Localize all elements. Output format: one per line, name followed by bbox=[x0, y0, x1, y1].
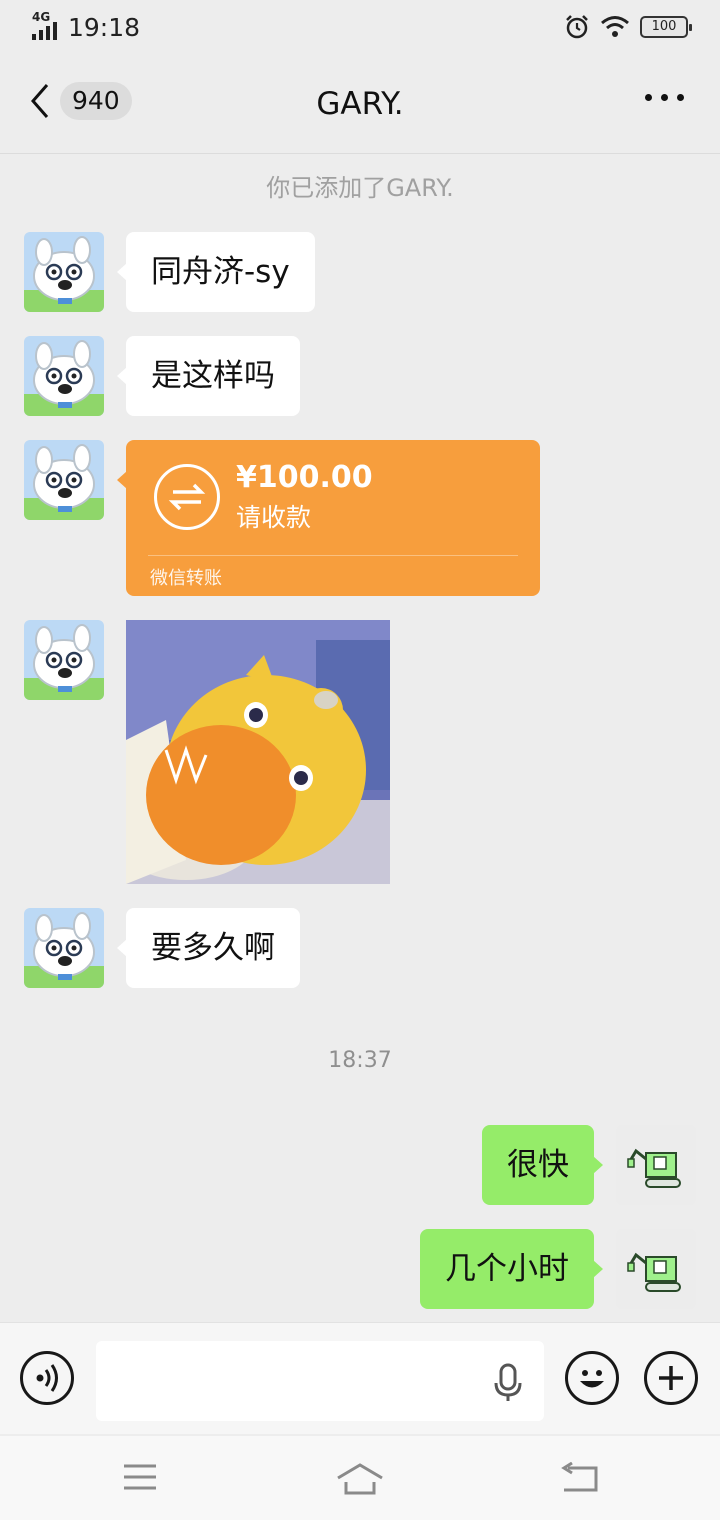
dog-avatar-icon bbox=[24, 620, 104, 700]
contact-avatar[interactable] bbox=[24, 232, 104, 312]
emoji-icon bbox=[580, 1370, 604, 1388]
outgoing-message[interactable]: 几个小时 bbox=[420, 1229, 603, 1309]
dog-avatar-icon bbox=[24, 336, 104, 416]
more-functions-button[interactable] bbox=[644, 1351, 698, 1405]
transfer-amount: ¥100.00 bbox=[236, 460, 373, 495]
incoming-message[interactable]: 同舟济-sy bbox=[117, 232, 315, 312]
transfer-divider bbox=[148, 555, 518, 556]
transfer-status: 请收款 bbox=[236, 503, 312, 532]
more-dot-icon bbox=[661, 94, 668, 101]
voice-mode-button[interactable] bbox=[20, 1351, 74, 1405]
yellow-creature-sticker-icon bbox=[126, 620, 390, 884]
voice-icon bbox=[36, 1364, 58, 1392]
outgoing-message[interactable]: 很快 bbox=[482, 1125, 603, 1205]
more-options-button[interactable] bbox=[645, 94, 684, 101]
system-navigation-bar bbox=[0, 1436, 720, 1520]
input-bar bbox=[0, 1322, 720, 1434]
dog-avatar-icon bbox=[24, 232, 104, 312]
more-dot-icon bbox=[677, 94, 684, 101]
contact-avatar[interactable] bbox=[24, 440, 104, 520]
alarm-icon bbox=[566, 15, 588, 39]
plus-icon bbox=[659, 1366, 683, 1390]
menu-icon[interactable] bbox=[122, 1462, 158, 1492]
dog-avatar-icon bbox=[24, 908, 104, 988]
signal-icon: 4G bbox=[32, 10, 62, 42]
contact-avatar[interactable] bbox=[24, 620, 104, 700]
home-icon[interactable] bbox=[336, 1462, 384, 1496]
battery-indicator: 100 bbox=[640, 16, 692, 38]
my-avatar[interactable] bbox=[616, 1229, 696, 1309]
contact-avatar[interactable] bbox=[24, 908, 104, 988]
my-avatar[interactable] bbox=[616, 1125, 696, 1205]
dog-avatar-icon bbox=[24, 440, 104, 520]
incoming-message[interactable]: 是这样吗 bbox=[117, 336, 300, 416]
back-nav-icon[interactable] bbox=[560, 1462, 600, 1494]
excavator-avatar-icon bbox=[616, 1125, 696, 1205]
incoming-message[interactable]: 要多久啊 bbox=[117, 908, 300, 988]
wifi-icon bbox=[601, 16, 629, 37]
status-bar: 4G 19:18 100 bbox=[0, 0, 720, 58]
system-notice: 你已添加了GARY. bbox=[266, 174, 454, 202]
status-time: 19:18 bbox=[68, 12, 141, 42]
more-dot-icon bbox=[645, 94, 652, 101]
sticker-image[interactable] bbox=[126, 620, 390, 884]
chat-header: 940 GARY. bbox=[0, 58, 720, 154]
microphone-icon[interactable] bbox=[492, 1363, 524, 1403]
excavator-avatar-icon bbox=[616, 1229, 696, 1309]
message-timestamp: 18:37 bbox=[328, 1048, 392, 1073]
chat-title: GARY. bbox=[316, 86, 404, 122]
message-input[interactable] bbox=[96, 1341, 544, 1421]
transfer-icon bbox=[154, 464, 220, 530]
transfer-card[interactable]: ¥100.00 请收款 微信转账 bbox=[117, 440, 540, 596]
contact-avatar[interactable] bbox=[24, 336, 104, 416]
emoji-button[interactable] bbox=[565, 1351, 619, 1405]
transfer-footer: 微信转账 bbox=[150, 568, 222, 589]
